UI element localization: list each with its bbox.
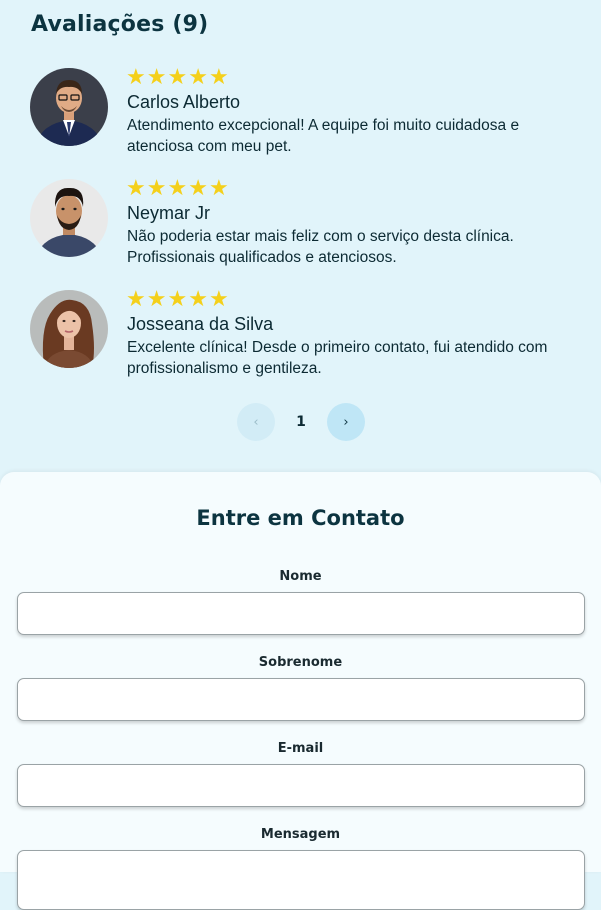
star-icon: ★ bbox=[146, 65, 167, 90]
previous-page-button[interactable]: ‹ bbox=[237, 403, 275, 441]
star-icon: ★ bbox=[188, 176, 208, 201]
star-icon: ★ bbox=[208, 65, 229, 90]
reviews-section: Avaliações (9) ★ ★ ★ ★ ★ Carlos Alberto … bbox=[0, 0, 601, 472]
star-icon: ★ bbox=[208, 176, 229, 201]
next-page-button[interactable]: › bbox=[327, 403, 365, 441]
review-text: Excelente clínica! Desde o primeiro cont… bbox=[127, 339, 548, 377]
review-item: ★ ★ ★ ★ ★ Josseana da Silva Excelente cl… bbox=[30, 288, 590, 377]
review-item: ★ ★ ★ ★ ★ Carlos Alberto Atendimento exc… bbox=[30, 66, 590, 155]
rating-stars: ★ ★ ★ ★ ★ bbox=[126, 288, 229, 312]
star-icon: ★ bbox=[126, 176, 146, 201]
first-name-label: Nome bbox=[279, 569, 322, 584]
message-label: Mensagem bbox=[260, 827, 341, 842]
reviewer-name: Neymar Jr bbox=[127, 203, 211, 223]
star-icon: ★ bbox=[167, 65, 188, 90]
star-icon: ★ bbox=[208, 287, 229, 312]
star-icon: ★ bbox=[167, 176, 188, 201]
review-text: Atendimento excepcional! A equipe foi mu… bbox=[127, 117, 520, 155]
star-icon: ★ bbox=[188, 287, 208, 312]
contact-title: Entre em Contato bbox=[196, 506, 405, 530]
email-label: E-mail bbox=[277, 741, 324, 756]
rating-stars: ★ ★ ★ ★ ★ bbox=[126, 177, 229, 201]
star-icon: ★ bbox=[188, 65, 208, 90]
current-page-number: 1 bbox=[296, 414, 306, 430]
pagination: ‹ 1 › bbox=[237, 403, 367, 441]
reviewer-name: Josseana da Silva bbox=[127, 314, 274, 334]
avatar bbox=[30, 68, 108, 146]
reviewer-name: Carlos Alberto bbox=[127, 92, 241, 112]
contact-section: Entre em Contato Nome Sobrenome E-mail M… bbox=[0, 472, 601, 910]
star-icon: ★ bbox=[126, 287, 146, 312]
review-item: ★ ★ ★ ★ ★ Neymar Jr Não poderia estar ma… bbox=[30, 177, 590, 266]
first-name-input[interactable] bbox=[17, 592, 585, 635]
chevron-right-icon: › bbox=[343, 414, 349, 430]
rating-stars: ★ ★ ★ ★ ★ bbox=[126, 66, 229, 90]
message-textarea[interactable] bbox=[17, 850, 585, 910]
last-name-input[interactable] bbox=[17, 678, 585, 721]
last-name-label: Sobrenome bbox=[258, 655, 343, 670]
star-icon: ★ bbox=[126, 65, 146, 90]
avatar bbox=[30, 290, 108, 368]
star-icon: ★ bbox=[146, 176, 167, 201]
star-icon: ★ bbox=[167, 287, 188, 312]
review-text: Não poderia estar mais feliz com o servi… bbox=[127, 228, 514, 266]
avatar bbox=[30, 179, 108, 257]
reviews-title: Avaliações (9) bbox=[31, 12, 209, 37]
star-icon: ★ bbox=[146, 287, 167, 312]
chevron-left-icon: ‹ bbox=[253, 414, 259, 430]
email-input[interactable] bbox=[17, 764, 585, 807]
